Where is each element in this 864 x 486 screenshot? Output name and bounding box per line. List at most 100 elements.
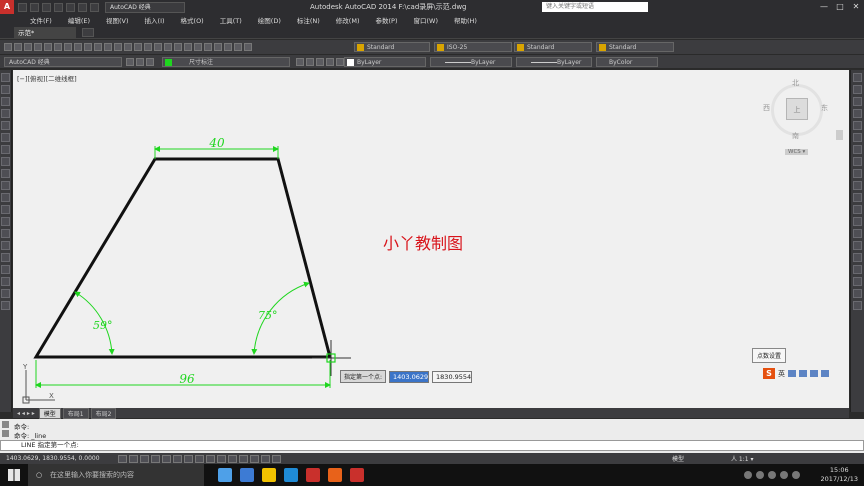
mirror-icon[interactable] — [853, 97, 862, 106]
undo-icon[interactable] — [78, 2, 87, 12]
taskbar-search[interactable]: 在这里输入你要搜索的内容 — [28, 464, 204, 486]
spline-icon[interactable] — [1, 169, 10, 178]
help-search-input[interactable]: 键入关键字或短语 — [542, 2, 648, 12]
make-current-icon[interactable] — [296, 58, 304, 66]
polar-icon[interactable] — [162, 454, 171, 463]
new-icon[interactable] — [18, 2, 27, 12]
drawing-canvas[interactable]: [−][俯视][二维线框] Y X 40 96 59° 75° 小丫教制图 上 … — [13, 70, 849, 408]
help-tray-icon[interactable] — [744, 471, 752, 479]
move-icon[interactable] — [853, 133, 862, 142]
new-icon[interactable] — [4, 43, 12, 51]
ime-skin-icon[interactable] — [810, 370, 818, 377]
autocad-taskbar-icon[interactable] — [350, 468, 364, 482]
polyline-icon[interactable] — [1, 97, 10, 106]
autocad-app-icon[interactable]: A — [0, 0, 14, 14]
compass-west[interactable]: 西 — [763, 103, 770, 113]
menu-parametric[interactable]: 参数(P) — [367, 15, 405, 25]
chamfer-icon[interactable] — [853, 241, 862, 250]
preview-icon[interactable] — [44, 43, 52, 51]
layer-state-icon[interactable] — [136, 58, 144, 66]
vertical-scroll-thumb[interactable] — [836, 130, 843, 140]
firefox-icon[interactable] — [328, 468, 342, 482]
calc-icon[interactable] — [234, 43, 242, 51]
revision-cloud-icon[interactable] — [1, 157, 10, 166]
wcs-menu[interactable]: WCS ▾ — [785, 149, 809, 155]
erase-icon[interactable] — [853, 73, 862, 82]
scale-icon[interactable] — [853, 157, 862, 166]
maximize-button[interactable]: □ — [832, 0, 848, 14]
help-icon[interactable] — [244, 43, 252, 51]
dim-angle-left[interactable]: 59° — [74, 291, 115, 355]
model-space-toggle[interactable]: 模型 — [672, 454, 684, 463]
3d-print-icon[interactable] — [64, 43, 72, 51]
zoom-previous-icon[interactable] — [174, 43, 182, 51]
print-icon[interactable] — [66, 2, 75, 12]
polygon-icon[interactable] — [1, 109, 10, 118]
offset-icon[interactable] — [853, 109, 862, 118]
copy-object-icon[interactable] — [853, 85, 862, 94]
command-input[interactable]: LINE 指定第一个点: — [0, 440, 864, 451]
windows-start-button[interactable] — [0, 464, 28, 486]
menu-tools[interactable]: 工具(T) — [212, 15, 250, 25]
publish-icon[interactable] — [54, 43, 62, 51]
save-icon[interactable] — [42, 2, 51, 12]
multileader-style-dropdown[interactable]: Standard — [596, 42, 674, 52]
zoom-realtime-icon[interactable] — [154, 43, 162, 51]
quick-props-icon[interactable] — [250, 454, 259, 463]
layer-iso-icon[interactable] — [316, 58, 324, 66]
cut-icon[interactable] — [74, 43, 82, 51]
rotate-icon[interactable] — [853, 145, 862, 154]
save-as-icon[interactable] — [54, 2, 63, 12]
annotation-monitor-icon[interactable] — [272, 454, 281, 463]
layer-unisolate-icon[interactable] — [326, 58, 334, 66]
rectangle-icon[interactable] — [1, 121, 10, 130]
point-icon[interactable] — [1, 229, 10, 238]
redo-icon[interactable] — [90, 2, 99, 12]
explode-icon[interactable] — [853, 277, 862, 286]
transparency-icon[interactable] — [239, 454, 248, 463]
break-icon[interactable] — [853, 217, 862, 226]
lineweight-dropdown[interactable]: ByLayer — [516, 57, 592, 67]
store-icon[interactable] — [284, 468, 298, 482]
infer-icon[interactable] — [118, 454, 127, 463]
redo-icon[interactable] — [134, 43, 142, 51]
table-style-dropdown[interactable]: Standard — [514, 42, 592, 52]
construction-line-icon[interactable] — [1, 85, 10, 94]
add-selected-icon[interactable] — [1, 301, 10, 310]
menu-edit[interactable]: 编辑(E) — [60, 15, 98, 25]
taskbar-clock[interactable]: 15:06 2017/12/13 — [821, 466, 858, 484]
ortho-icon[interactable] — [151, 454, 160, 463]
network-icon[interactable] — [756, 471, 764, 479]
notification-icon[interactable] — [792, 471, 800, 479]
trapezoid-shape[interactable] — [33, 157, 332, 359]
workspace-dropdown[interactable]: AutoCAD 经典 — [105, 1, 185, 13]
table-icon[interactable] — [1, 277, 10, 286]
array-icon[interactable] — [853, 121, 862, 130]
markup-icon[interactable] — [224, 43, 232, 51]
sheet-set-icon[interactable] — [214, 43, 222, 51]
customize-command-icon[interactable] — [2, 430, 9, 437]
text-style-dropdown[interactable]: Standard — [354, 42, 430, 52]
line-icon[interactable] — [1, 73, 10, 82]
gradient-icon[interactable] — [1, 253, 10, 262]
ellipse-icon[interactable] — [1, 181, 10, 190]
3dosnap-icon[interactable] — [184, 454, 193, 463]
close-command-icon[interactable] — [2, 421, 9, 428]
ime-punctuation-icon[interactable] — [788, 370, 796, 377]
color-dropdown[interactable]: ByLayer — [344, 57, 426, 67]
grid-icon[interactable] — [140, 454, 149, 463]
dim-linear-icon[interactable] — [853, 289, 862, 298]
workspace-select[interactable]: AutoCAD 经典 — [4, 57, 122, 67]
menu-draw[interactable]: 绘图(D) — [250, 15, 289, 25]
zoom-window-icon[interactable] — [164, 43, 172, 51]
open-icon[interactable] — [30, 2, 39, 12]
layout-tab-nav[interactable]: ◂ ◂ ▸ ▸ — [13, 410, 39, 417]
cursor-coordinates[interactable]: 1403.0629, 1830.9554, 0.0000 — [0, 455, 118, 462]
annotation-scale[interactable]: 人 1:1 ▾ — [731, 454, 753, 463]
compass-south[interactable]: 南 — [792, 131, 799, 141]
compass-north[interactable]: 北 — [792, 78, 799, 88]
ime-language-toggle[interactable]: 英 — [778, 369, 785, 379]
make-block-icon[interactable] — [1, 217, 10, 226]
menu-help[interactable]: 帮助(H) — [446, 15, 485, 25]
menu-dimension[interactable]: 标注(N) — [289, 15, 328, 25]
